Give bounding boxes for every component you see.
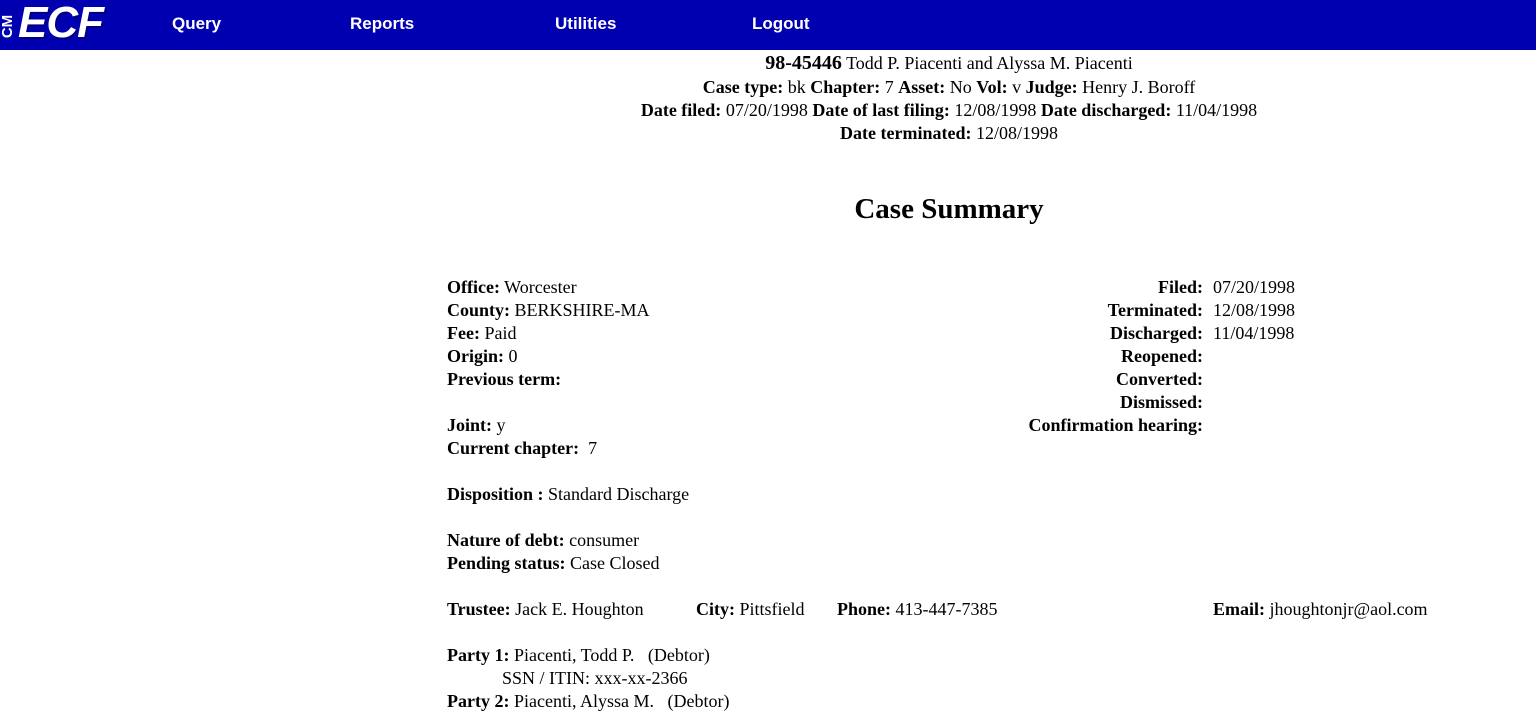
previous-term-row: Previous term: (447, 368, 561, 391)
origin-value: 0 (508, 346, 518, 366)
chapter-label: Chapter: (810, 77, 881, 97)
case-header-line1: 98-45446 Todd P. Piacenti and Alyssa M. … (0, 52, 1536, 75)
vol-value: v (1012, 77, 1022, 97)
date-terminated-label: Date terminated: (840, 123, 972, 143)
trustee-label: Trustee: (447, 599, 511, 619)
phone-value: 413-447-7385 (895, 599, 998, 619)
filed-label: Filed: (1158, 277, 1203, 297)
party1-label: Party 1: (447, 645, 510, 665)
disposition-label: Disposition : (447, 484, 544, 504)
date-terminated-value: 12/08/1998 (975, 123, 1058, 143)
reopened-label: Reopened: (1121, 346, 1203, 366)
page-title: Case Summary (854, 193, 1044, 225)
nature-of-debt-value: consumer (569, 530, 640, 550)
email-row: Email: jhoughtonjr@aol.com (1213, 598, 1428, 621)
city-value: Pittsfield (739, 599, 805, 619)
joint-value: y (496, 415, 506, 435)
origin-label: Origin: (447, 346, 504, 366)
email-label: Email: (1213, 599, 1265, 619)
joint-label: Joint: (447, 415, 492, 435)
terminated-label: Terminated: (1107, 300, 1203, 320)
nav-query[interactable]: Query (172, 14, 221, 34)
fee-value: Paid (484, 323, 517, 343)
judge-label: Judge: (1025, 77, 1078, 97)
case-header-line2: Case type: bk Chapter: 7 Asset: No Vol: … (0, 77, 1536, 98)
city-label: City: (696, 599, 735, 619)
logo-ecf-text: ECF (18, 0, 104, 47)
discharged-value: 11/04/1998 (1213, 323, 1295, 343)
previous-term-label: Previous term: (447, 369, 562, 389)
chapter-value: 7 (884, 77, 894, 97)
case-header-line4: Date terminated: 12/08/1998 (0, 123, 1536, 144)
disposition-value: Standard Discharge (548, 484, 690, 504)
top-nav-bar: CM ECF Query Reports Utilities Logout (0, 0, 1536, 50)
date-filed-value: 07/20/1998 (725, 100, 808, 120)
party1-row: Party 1: Piacenti, Todd P. (Debtor) (447, 644, 710, 667)
county-label: County: (447, 300, 511, 320)
judge-value: Henry J. Boroff (1082, 77, 1196, 97)
trustee-value: Jack E. Houghton (515, 599, 644, 619)
case-type-label: Case type: (702, 77, 784, 97)
logo-cm-text: CM (0, 14, 17, 39)
fee-label: Fee: (447, 323, 480, 343)
nav-reports[interactable]: Reports (350, 14, 414, 34)
party2-name: Piacenti, Alyssa M. (513, 691, 654, 711)
current-chapter-row: Current chapter: 7 (447, 437, 597, 460)
trustee-row: Trustee: Jack E. Houghton (447, 598, 644, 621)
case-header-line3: Date filed: 07/20/1998 Date of last fili… (0, 100, 1536, 121)
date-last-filing-value: 12/08/1998 (954, 100, 1037, 120)
origin-row: Origin: 0 (447, 345, 518, 368)
dismissed-label: Dismissed: (1119, 392, 1203, 412)
party1-role: (Debtor) (647, 645, 710, 665)
pending-status-value: Case Closed (570, 553, 660, 573)
nature-of-debt-row: Nature of debt: consumer (447, 529, 639, 552)
city-row: City: Pittsfield (696, 598, 805, 621)
nature-of-debt-label: Nature of debt: (447, 530, 565, 550)
office-label: Office: (447, 277, 500, 297)
case-type-value: bk (787, 77, 806, 97)
phone-label: Phone: (837, 599, 891, 619)
party1-ssn: SSN / ITIN: xxx-xx-2366 (502, 668, 688, 688)
pending-status-row: Pending status: Case Closed (447, 552, 660, 575)
vol-label: Vol: (976, 77, 1008, 97)
phone-row: Phone: 413-447-7385 (837, 598, 998, 621)
disposition-row: Disposition : Standard Discharge (447, 483, 689, 506)
date-discharged-label: Date discharged: (1040, 100, 1172, 120)
email-value: jhoughtonjr@aol.com (1269, 599, 1428, 619)
case-number: 98-45446 (765, 52, 842, 74)
nav-utilities[interactable]: Utilities (555, 14, 616, 34)
asset-value: No (949, 77, 972, 97)
cmecf-logo[interactable]: CM ECF (0, 0, 118, 50)
county-value: BERKSHIRE-MA (514, 300, 650, 320)
current-chapter-value: 7 (588, 438, 598, 458)
terminated-value: 12/08/1998 (1213, 300, 1296, 320)
joint-row: Joint: y (447, 414, 506, 437)
nav-logout[interactable]: Logout (752, 14, 810, 34)
current-chapter-label: Current chapter: (447, 438, 580, 458)
party1-name: Piacenti, Todd P. (513, 645, 635, 665)
date-discharged-value: 11/04/1998 (1175, 100, 1258, 120)
county-row: County: BERKSHIRE-MA (447, 299, 650, 322)
date-last-filing-label: Date of last filing: (812, 100, 950, 120)
filed-value: 07/20/1998 (1213, 277, 1296, 297)
converted-label: Converted: (1116, 369, 1203, 389)
party2-label: Party 2: (447, 691, 510, 711)
office-row: Office: Worcester (447, 276, 577, 299)
case-parties: Todd P. Piacenti and Alyssa M. Piacenti (846, 53, 1133, 73)
pending-status-label: Pending status: (447, 553, 566, 573)
asset-label: Asset: (898, 77, 946, 97)
office-value: Worcester (504, 277, 577, 297)
confirmation-hearing-label: Confirmation hearing: (1028, 415, 1204, 435)
party2-role: (Debtor) (667, 691, 730, 711)
date-filed-label: Date filed: (640, 100, 722, 120)
fee-row: Fee: Paid (447, 322, 516, 345)
discharged-label: Discharged: (1110, 323, 1203, 343)
